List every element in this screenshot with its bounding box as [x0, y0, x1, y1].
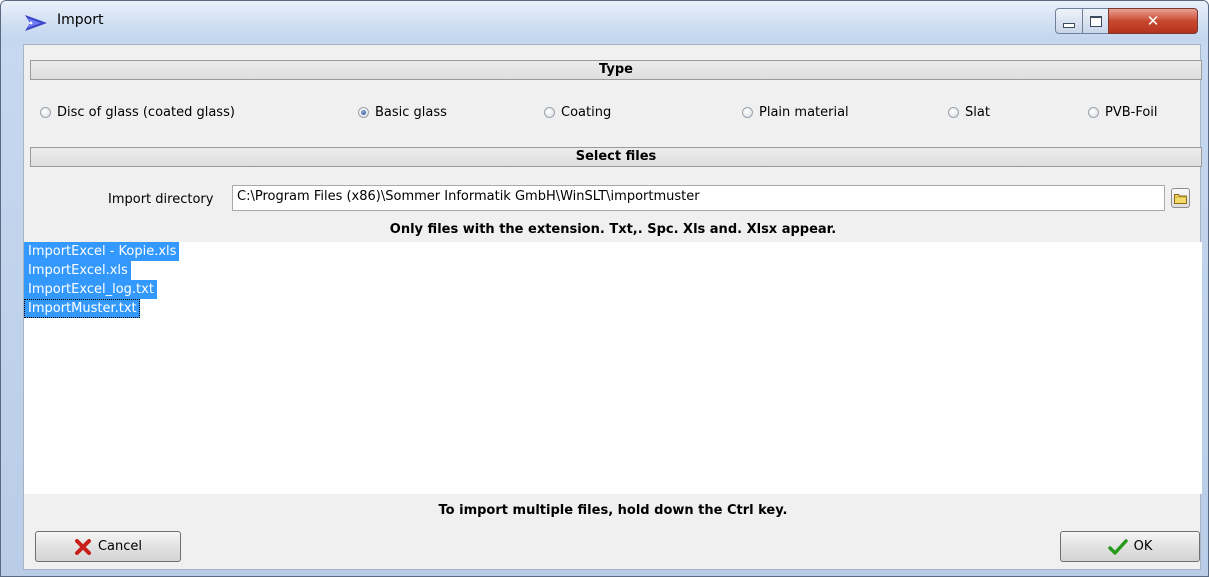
file-list[interactable]: ImportExcel - Kopie.xls ImportExcel.xls …: [24, 242, 1202, 494]
multi-select-note: To import multiple files, hold down the …: [438, 503, 788, 518]
file-list-item[interactable]: ImportMuster.txt: [24, 299, 140, 318]
cancel-label: Cancel: [97, 539, 143, 554]
green-check-icon: [1107, 538, 1128, 555]
window-title: Import: [57, 12, 104, 28]
radio-coating[interactable]: Coating: [544, 105, 611, 120]
import-directory-field[interactable]: C:\Program Files (x86)\Sommer Informatik…: [232, 185, 1165, 211]
radio-plain-material[interactable]: Plain material: [742, 105, 849, 120]
ok-button[interactable]: OK: [1060, 531, 1200, 562]
radio-slat[interactable]: Slat: [948, 105, 990, 120]
close-button[interactable]: ✕: [1108, 8, 1198, 34]
maximize-button[interactable]: [1082, 8, 1109, 34]
radio-disc-of-glass[interactable]: Disc of glass (coated glass): [40, 105, 235, 120]
radio-button-icon[interactable]: [1088, 107, 1099, 118]
close-icon: ✕: [1146, 12, 1160, 30]
files-section-header: Select files: [30, 147, 1202, 167]
cancel-button[interactable]: Cancel: [35, 531, 181, 562]
radio-basic-glass[interactable]: Basic glass: [358, 105, 447, 120]
radio-button-icon[interactable]: [742, 107, 753, 118]
radio-button-checked-icon[interactable]: [358, 107, 369, 118]
red-x-icon: [74, 538, 91, 555]
radio-label: PVB-Foil: [1105, 105, 1158, 120]
radio-label: Disc of glass (coated glass): [57, 105, 235, 120]
minimize-icon: [1063, 22, 1075, 28]
radio-pvb-foil[interactable]: PVB-Foil: [1088, 105, 1158, 120]
maximize-icon: [1089, 15, 1102, 27]
app-arrow-icon: [25, 15, 47, 31]
minimize-button[interactable]: [1055, 8, 1083, 34]
radio-label: Coating: [561, 105, 612, 120]
radio-label: Slat: [965, 105, 990, 120]
file-list-item[interactable]: ImportExcel_log.txt: [24, 280, 157, 299]
dialog-client-area: Type Disc of glass (coated glass) Basic …: [23, 44, 1202, 570]
browse-folder-button[interactable]: [1171, 188, 1190, 208]
title-bar[interactable]: Import ✕: [1, 1, 1208, 41]
radio-button-icon[interactable]: [948, 107, 959, 118]
import-window: Import ✕ Type Disc of glass (coated glas…: [0, 0, 1209, 577]
type-section-header: Type: [30, 60, 1202, 80]
file-list-item[interactable]: ImportExcel - Kopie.xls: [24, 242, 180, 261]
ok-label: OK: [1133, 539, 1153, 554]
radio-button-icon[interactable]: [40, 107, 51, 118]
extension-note: Only files with the extension. Txt,. Spc…: [389, 222, 837, 237]
radio-button-icon[interactable]: [544, 107, 555, 118]
import-directory-label: Import directory: [108, 192, 214, 207]
folder-icon: [1174, 193, 1187, 204]
type-radio-group: Disc of glass (coated glass) Basic glass…: [24, 99, 1202, 129]
radio-label: Plain material: [759, 105, 849, 120]
radio-label: Basic glass: [375, 105, 447, 120]
file-list-item[interactable]: ImportExcel.xls: [24, 261, 131, 280]
